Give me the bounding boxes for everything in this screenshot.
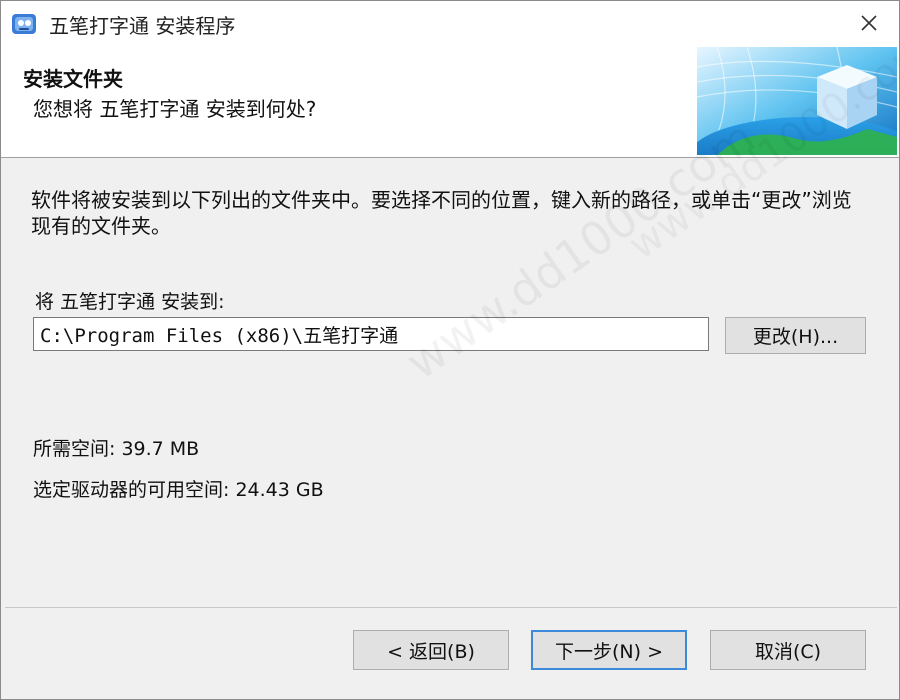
footer-divider (5, 607, 897, 608)
back-button[interactable]: < 返回(B) (353, 630, 509, 670)
header-banner: 安装文件夹 您想将 五笔打字通 安装到何处? (1, 45, 899, 158)
page-subtitle: 您想将 五笔打字通 安装到何处? (33, 97, 317, 121)
title-bar: 五笔打字通 安装程序 (1, 1, 899, 45)
page-title: 安装文件夹 (23, 67, 123, 91)
window-title: 五笔打字通 安装程序 (49, 14, 236, 38)
installer-app-icon (12, 14, 36, 34)
space-available-text: 选定驱动器的可用空间: 24.43 GB (33, 479, 324, 501)
cancel-button[interactable]: 取消(C) (710, 630, 866, 670)
change-button[interactable]: 更改(H)... (725, 317, 866, 354)
install-path-field[interactable] (33, 317, 709, 351)
space-required-text: 所需空间: 39.7 MB (33, 438, 200, 460)
install-box-globe-graphic (697, 47, 897, 155)
install-to-label: 将 五笔打字通 安装到: (35, 291, 225, 313)
close-icon (861, 15, 877, 31)
next-button[interactable]: 下一步(N) > (531, 630, 687, 670)
close-button[interactable] (839, 1, 899, 45)
installer-window: 五笔打字通 安装程序 安装文件夹 您想将 五笔打字通 安装到何处? 软件将被安装… (0, 0, 900, 700)
install-description: 软件将被安装到以下列出的文件夹中。要选择不同的位置，键入新的路径，或单击“更改”… (31, 188, 852, 238)
